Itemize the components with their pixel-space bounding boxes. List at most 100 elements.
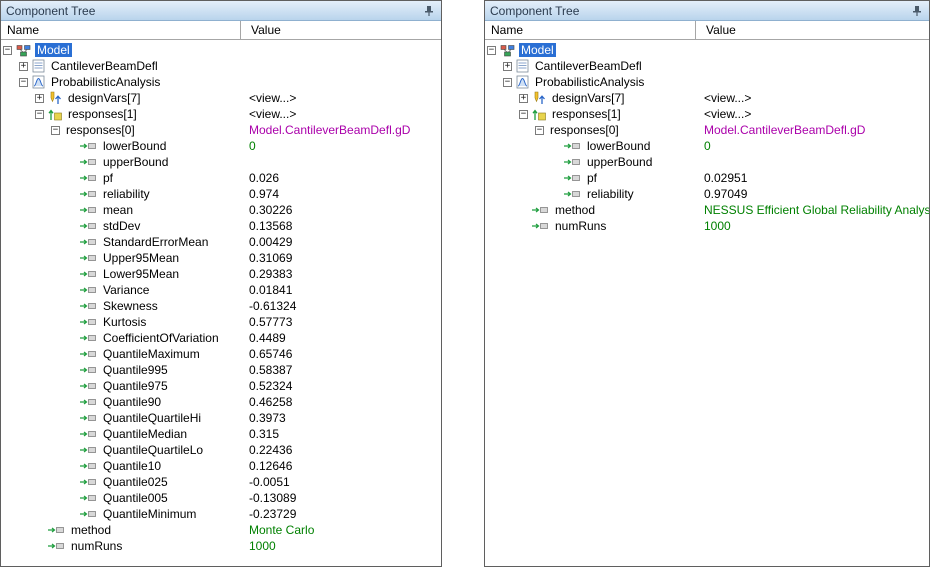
tree-row-name[interactable]: Quantile005 (1, 491, 241, 505)
column-header-name[interactable]: Name (485, 21, 696, 39)
node-label[interactable]: QuantileMaximum (101, 347, 202, 361)
node-label[interactable]: Kurtosis (101, 315, 148, 329)
node-label[interactable]: Model (35, 43, 72, 57)
expand-icon[interactable]: + (19, 62, 28, 71)
tree-row[interactable]: −Model (485, 42, 929, 58)
tree-row-name[interactable]: lowerBound (1, 139, 241, 153)
expand-icon[interactable]: + (519, 94, 528, 103)
tree-row-name[interactable]: −responses[1] (485, 107, 696, 121)
tree-row[interactable]: Variance0.01841 (1, 282, 441, 298)
tree-row-name[interactable]: −responses[0] (485, 123, 696, 137)
node-label[interactable]: method (553, 203, 597, 217)
tree-row-name[interactable]: Kurtosis (1, 315, 241, 329)
tree-row[interactable]: +CantileverBeamDefl (1, 58, 441, 74)
tree-row[interactable]: −Model (1, 42, 441, 58)
tree-row-name[interactable]: reliability (1, 187, 241, 201)
node-label[interactable]: responses[0] (548, 123, 621, 137)
node-label[interactable]: Quantile025 (101, 475, 170, 489)
tree-row[interactable]: QuantileQuartileHi0.3973 (1, 410, 441, 426)
tree-row-name[interactable]: pf (1, 171, 241, 185)
tree-row-name[interactable]: CoefficientOfVariation (1, 331, 241, 345)
node-label[interactable]: responses[1] (66, 107, 139, 121)
tree-row[interactable]: Quantile900.46258 (1, 394, 441, 410)
node-label[interactable]: Quantile90 (101, 395, 163, 409)
node-label[interactable]: responses[0] (64, 123, 137, 137)
tree-row-name[interactable]: numRuns (485, 219, 696, 233)
node-label[interactable]: QuantileQuartileHi (101, 411, 203, 425)
tree-row-name[interactable]: +CantileverBeamDefl (1, 59, 241, 73)
tree-row[interactable]: methodNESSUS Efficient Global Reliabilit… (485, 202, 929, 218)
tree-row[interactable]: Quantile9750.52324 (1, 378, 441, 394)
tree-row-name[interactable]: upperBound (485, 155, 696, 169)
tree-row-name[interactable]: QuantileQuartileHi (1, 411, 241, 425)
tree-row-name[interactable]: stdDev (1, 219, 241, 233)
tree-row-name[interactable]: method (485, 203, 696, 217)
node-label[interactable]: QuantileQuartileLo (101, 443, 205, 457)
tree-row[interactable]: Quantile100.12646 (1, 458, 441, 474)
tree-row[interactable]: reliability0.974 (1, 186, 441, 202)
tree-row[interactable]: numRuns1000 (1, 538, 441, 554)
tree-row[interactable]: −ProbabilisticAnalysis (1, 74, 441, 90)
node-label[interactable]: Quantile005 (101, 491, 170, 505)
node-value[interactable]: <view...> (241, 91, 441, 105)
tree-row-name[interactable]: upperBound (1, 155, 241, 169)
tree-row[interactable]: Upper95Mean0.31069 (1, 250, 441, 266)
node-label[interactable]: numRuns (69, 539, 124, 553)
tree-row-name[interactable]: Lower95Mean (1, 267, 241, 281)
tree-row[interactable]: Quantile005-0.13089 (1, 490, 441, 506)
collapse-icon[interactable]: − (51, 126, 60, 135)
tree-row[interactable]: Lower95Mean0.29383 (1, 266, 441, 282)
node-label[interactable]: responses[1] (550, 107, 623, 121)
tree-row[interactable]: QuantileQuartileLo0.22436 (1, 442, 441, 458)
tree-row[interactable]: −responses[0]Model.CantileverBeamDefl.gD (1, 122, 441, 138)
collapse-icon[interactable]: − (19, 78, 28, 87)
node-label[interactable]: Variance (101, 283, 151, 297)
column-header-name[interactable]: Name (1, 21, 241, 39)
tree-row-name[interactable]: − responses[1] (1, 107, 241, 121)
column-header-value[interactable]: Value (241, 21, 441, 39)
tree-row[interactable]: + CantileverBeamDefl (485, 58, 929, 74)
tree-row-name[interactable]: Quantile10 (1, 459, 241, 473)
expand-icon[interactable]: + (503, 62, 512, 71)
node-label[interactable]: CoefficientOfVariation (101, 331, 221, 345)
tree-row-name[interactable]: QuantileMinimum (1, 507, 241, 521)
collapse-icon[interactable]: − (35, 110, 44, 119)
node-label[interactable]: reliability (101, 187, 152, 201)
tree-row-name[interactable]: StandardErrorMean (1, 235, 241, 249)
node-label[interactable]: designVars[7] (550, 91, 627, 105)
node-label[interactable]: StandardErrorMean (101, 235, 210, 249)
collapse-icon[interactable]: − (503, 78, 512, 87)
tree-row[interactable]: QuantileMinimum-0.23729 (1, 506, 441, 522)
tree-row-name[interactable]: QuantileMedian (1, 427, 241, 441)
collapse-icon[interactable]: − (535, 126, 544, 135)
tree-row[interactable]: stdDev0.13568 (1, 218, 441, 234)
node-label[interactable]: Upper95Mean (101, 251, 181, 265)
node-label[interactable]: CantileverBeamDefl (533, 59, 644, 73)
tree-row-name[interactable]: Quantile975 (1, 379, 241, 393)
tree-row-name[interactable]: Skewness (1, 299, 241, 313)
node-label[interactable]: reliability (585, 187, 636, 201)
tree-row-name[interactable]: + designVars[7] (485, 91, 696, 105)
tree-row[interactable]: lowerBound0 (485, 138, 929, 154)
node-label[interactable]: numRuns (553, 219, 608, 233)
tree-row[interactable]: +designVars[7]<view...> (485, 90, 929, 106)
tree-row-name[interactable]: Quantile025 (1, 475, 241, 489)
tree-row-name[interactable]: numRuns (1, 539, 241, 553)
tree-row[interactable]: Skewness-0.61324 (1, 298, 441, 314)
tree-row-name[interactable]: −Model (1, 43, 241, 57)
node-label[interactable]: QuantileMinimum (101, 507, 198, 521)
tree-row-name[interactable]: mean (1, 203, 241, 217)
tree-row-name[interactable]: reliability (485, 187, 696, 201)
node-label[interactable]: Quantile995 (101, 363, 170, 377)
node-label[interactable]: designVars[7] (66, 91, 143, 105)
tree-row[interactable]: −responses[1]<view...> (1, 106, 441, 122)
tree-row-name[interactable]: − ProbabilisticAnalysis (485, 75, 696, 89)
node-label[interactable]: Quantile10 (101, 459, 163, 473)
tree-row-name[interactable]: QuantileMaximum (1, 347, 241, 361)
tree-row-name[interactable]: Quantile995 (1, 363, 241, 377)
node-label[interactable]: ProbabilisticAnalysis (533, 75, 646, 89)
node-label[interactable]: Lower95Mean (101, 267, 181, 281)
tree-row-name[interactable]: pf (485, 171, 696, 185)
tree-row[interactable]: QuantileMedian0.315 (1, 426, 441, 442)
tree-row-name[interactable]: −responses[0] (1, 123, 241, 137)
